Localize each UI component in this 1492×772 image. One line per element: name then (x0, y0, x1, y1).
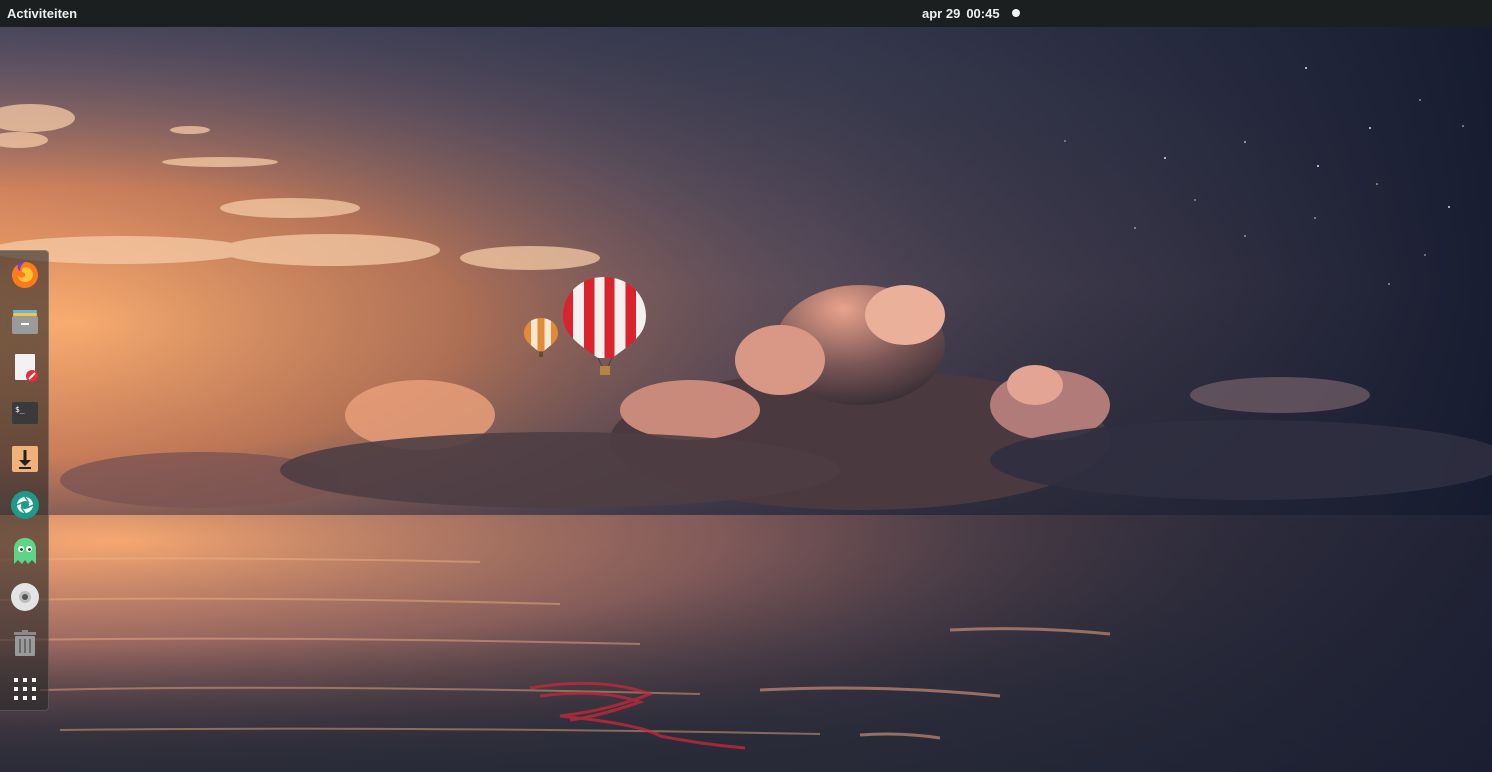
terminal-icon: $_ (12, 402, 38, 424)
svg-text:$_: $_ (15, 405, 25, 414)
clock-button[interactable]: apr 29 00:45 (922, 0, 1000, 27)
camera-shutter-icon (11, 491, 39, 519)
dock-item-firefox[interactable] (6, 255, 44, 293)
clock-time: 00:45 (966, 6, 1000, 21)
notification-dot (1012, 9, 1020, 17)
wallpaper-image (0, 0, 1492, 772)
dock-item-screenshot[interactable] (6, 486, 44, 524)
desktop-wallpaper (0, 0, 1492, 772)
clock-date: apr 29 (922, 6, 961, 21)
top-bar: Activiteiten apr 29 00:45 (0, 0, 1492, 27)
dock-item-downloader[interactable] (6, 440, 44, 478)
dock-item-files[interactable] (6, 302, 44, 340)
dock-item-ghost-app[interactable] (6, 532, 44, 570)
trash-icon (14, 630, 36, 656)
download-icon (12, 446, 38, 472)
ghost-icon (14, 538, 36, 564)
firefox-icon (12, 262, 38, 288)
dock-item-terminal[interactable]: $_ (6, 394, 44, 432)
dock: $_ (0, 250, 49, 711)
dock-item-trash[interactable] (6, 624, 44, 662)
text-editor-icon (15, 354, 38, 382)
files-icon (12, 310, 38, 334)
app-grid-icon (14, 678, 36, 700)
dock-item-text-editor[interactable] (6, 348, 44, 386)
dock-item-disc[interactable] (6, 578, 44, 616)
activities-button[interactable]: Activiteiten (0, 0, 84, 27)
show-applications-button[interactable] (6, 670, 44, 708)
disc-icon (11, 583, 39, 611)
